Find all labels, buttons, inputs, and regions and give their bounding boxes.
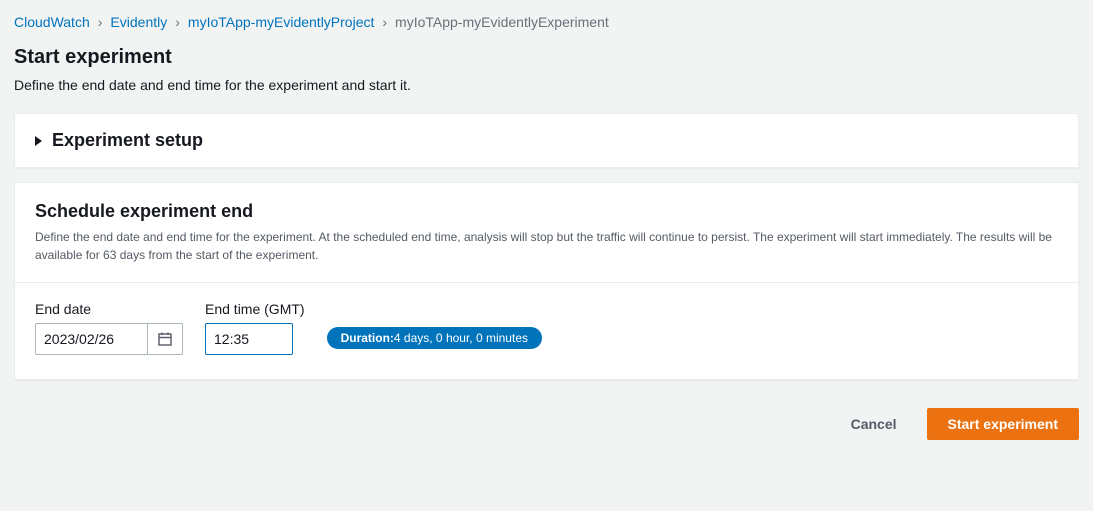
end-date-input[interactable]	[35, 323, 147, 355]
end-time-field: End time (GMT)	[205, 301, 305, 355]
page-description: Define the end date and end time for the…	[14, 77, 1079, 93]
experiment-setup-toggle[interactable]: Experiment setup	[15, 114, 1078, 167]
breadcrumb-link-evidently[interactable]: Evidently	[110, 14, 167, 30]
duration-label: Duration:	[341, 331, 394, 345]
schedule-header: Schedule experiment end Define the end d…	[15, 183, 1078, 282]
calendar-button[interactable]	[147, 323, 183, 355]
end-date-group	[35, 323, 183, 355]
chevron-right-icon: ›	[98, 14, 103, 30]
breadcrumb-current: myIoTApp-myEvidentlyExperiment	[395, 14, 609, 30]
end-date-label: End date	[35, 301, 183, 317]
duration-value: 4 days, 0 hour, 0 minutes	[394, 331, 528, 345]
breadcrumb-link-project[interactable]: myIoTApp-myEvidentlyProject	[188, 14, 374, 30]
end-time-input[interactable]	[205, 323, 293, 355]
cancel-button[interactable]: Cancel	[831, 408, 917, 440]
experiment-setup-title: Experiment setup	[52, 130, 203, 151]
chevron-right-icon: ›	[382, 14, 387, 30]
end-date-field: End date	[35, 301, 183, 355]
end-time-label: End time (GMT)	[205, 301, 305, 317]
schedule-description: Define the end date and end time for the…	[35, 228, 1058, 264]
schedule-panel: Schedule experiment end Define the end d…	[14, 182, 1079, 380]
schedule-title: Schedule experiment end	[35, 201, 1058, 222]
calendar-icon	[157, 331, 173, 347]
experiment-setup-panel: Experiment setup	[14, 113, 1079, 168]
page-title: Start experiment	[14, 46, 1079, 69]
schedule-form: End date	[15, 283, 1078, 379]
chevron-right-icon: ›	[175, 14, 180, 30]
caret-right-icon	[35, 136, 42, 146]
start-experiment-button[interactable]: Start experiment	[927, 408, 1079, 440]
breadcrumb-link-cloudwatch[interactable]: CloudWatch	[14, 14, 90, 30]
breadcrumb: CloudWatch › Evidently › myIoTApp-myEvid…	[14, 14, 1079, 30]
duration-badge: Duration: 4 days, 0 hour, 0 minutes	[327, 327, 542, 349]
footer-actions: Cancel Start experiment	[14, 394, 1079, 446]
